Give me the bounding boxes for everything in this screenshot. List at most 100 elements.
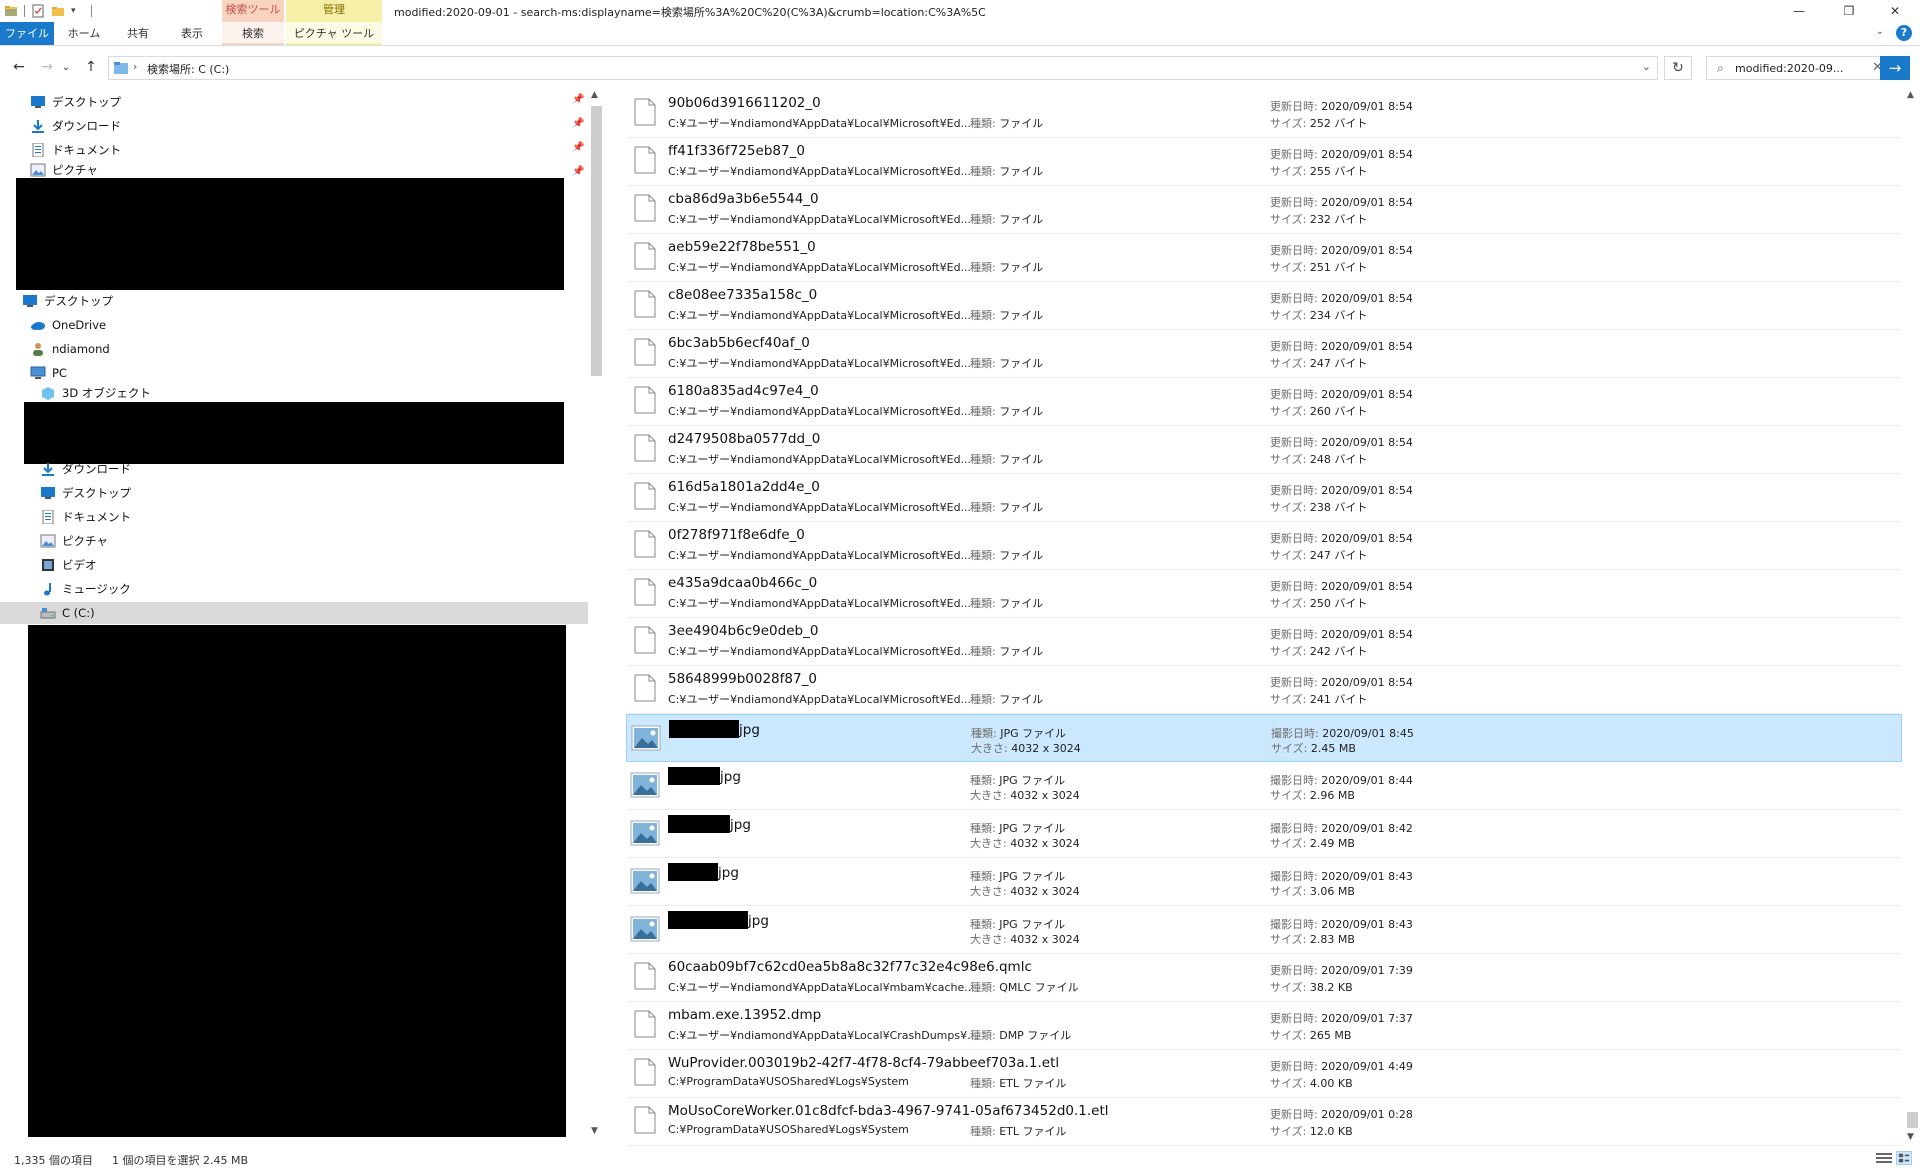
file-row[interactable]: 616d5a1801a2dd4e_0 C:¥ユーザー¥ndiamond¥AppDa… <box>626 474 1902 522</box>
scroll-up-icon[interactable]: ▲ <box>1907 90 1914 100</box>
tab-home[interactable]: ホーム <box>62 22 106 45</box>
scroll-up-icon[interactable]: ▲ <box>591 90 598 100</box>
search-input[interactable] <box>1735 59 1865 77</box>
file-list-scrollbar[interactable]: ▲ ▼ <box>1904 88 1920 1148</box>
nav-item-pictures[interactable]: ピクチャ <box>30 163 98 177</box>
file-row[interactable]: WuProvider.003019b2-42f7-4f78-8cf4-79abb… <box>626 1050 1902 1098</box>
file-size: サイズ: 250 バイト <box>1270 597 1368 610</box>
nav-item-onedrive[interactable]: OneDrive <box>30 314 106 336</box>
file-row-photo[interactable]: jpg 種類: JPG ファイル 大きさ: 4032 x 3024 撮影日時: 202… <box>626 906 1902 954</box>
file-name: 3ee4904b6c9e0deb_0 <box>668 623 819 639</box>
new-folder-icon[interactable] <box>51 4 65 18</box>
breadcrumb[interactable]: 検索場所: C (C:) <box>147 61 229 77</box>
search-go-button[interactable]: → <box>1880 56 1910 80</box>
pin-icon[interactable]: 📌 <box>572 118 584 129</box>
file-row[interactable]: mbam.exe.13952.dmp C:¥ユーザー¥ndiamond¥AppDa… <box>626 1002 1902 1050</box>
file-row[interactable]: ff41f336f725eb87_0 C:¥ユーザー¥ndiamond¥AppDa… <box>626 138 1902 186</box>
nav-item-pc-downloads[interactable]: ダウンロード <box>40 458 131 480</box>
file-type: 種類: JPG ファイル <box>970 774 1066 787</box>
generic-file-icon <box>634 626 656 654</box>
forward-button[interactable]: → <box>36 57 58 77</box>
selection-info: 1 個の項目を選択 2.45 MB <box>112 1154 249 1167</box>
file-row[interactable]: 0f278f971f8e6dfe_0 C:¥ユーザー¥ndiamond¥AppDa… <box>626 522 1902 570</box>
nav-item-desktop[interactable]: デスクトップ <box>30 91 121 113</box>
maximize-button[interactable]: ❐ <box>1826 0 1872 22</box>
nav-scrollbar[interactable]: ▲ ▼ <box>588 88 604 1148</box>
file-row-photo[interactable]: jpg 種類: JPG ファイル 大きさ: 4032 x 3024 撮影日時: 202… <box>626 714 1902 762</box>
expand-ribbon-button[interactable]: ⌄ <box>1876 26 1884 37</box>
nav-item-pc-desktop[interactable]: デスクトップ <box>40 482 131 504</box>
file-row-photo[interactable]: jpg 種類: JPG ファイル 大きさ: 4032 x 3024 撮影日時: 202… <box>626 858 1902 906</box>
address-history-chevron-down-icon[interactable]: ⌄ <box>1642 60 1651 73</box>
file-row[interactable]: aeb59e22f78be551_0 C:¥ユーザー¥ndiamond¥AppDa… <box>626 234 1902 282</box>
nav-item-pc-documents[interactable]: ドキュメント <box>40 506 131 528</box>
scrollbar-thumb[interactable] <box>591 106 602 376</box>
scroll-down-icon[interactable]: ▼ <box>1907 1132 1914 1142</box>
breadcrumb-chevron-icon[interactable]: › <box>133 60 137 73</box>
file-row[interactable]: 3ee4904b6c9e0deb_0 C:¥ユーザー¥ndiamond¥AppDa… <box>626 618 1902 666</box>
properties-icon[interactable] <box>31 4 45 18</box>
nav-item-label: デスクトップ <box>52 95 121 109</box>
nav-item-pc-videos[interactable]: ビデオ <box>40 554 97 576</box>
pin-icon[interactable]: 📌 <box>572 166 584 177</box>
content-view-icon[interactable] <box>1896 1151 1912 1165</box>
file-row[interactable]: 60caab09bf7c62cd0ea5b8a8c32f77c32e4c98e6… <box>626 954 1902 1002</box>
close-button[interactable]: ✕ <box>1872 0 1918 22</box>
scrollbar-thumb[interactable] <box>1907 1112 1918 1128</box>
file-row[interactable]: MoUsoCoreWorker.01c8dfcf-bda3-4967-9741-… <box>626 1098 1902 1146</box>
tab-share[interactable]: 共有 <box>116 22 160 45</box>
nav-item-downloads[interactable]: ダウンロード <box>30 115 121 137</box>
tab-view[interactable]: 表示 <box>170 22 214 45</box>
file-type: 種類: ファイル <box>970 213 1044 226</box>
pin-icon[interactable]: 📌 <box>572 94 584 105</box>
status-bar: 1,335 個の項目 1 個の項目を選択 2.45 MB <box>0 1148 1920 1170</box>
file-size: サイズ: 2.96 MB <box>1270 789 1355 802</box>
nav-item-documents[interactable]: ドキュメント <box>30 139 121 161</box>
file-path: C:¥ユーザー¥ndiamond¥AppData¥Local¥Microsoft… <box>668 645 972 658</box>
file-row-photo[interactable]: jpg 種類: JPG ファイル 大きさ: 4032 x 3024 撮影日時: 202… <box>626 762 1902 810</box>
file-row[interactable]: cba86d9a3b6e5544_0 C:¥ユーザー¥ndiamond¥AppDa… <box>626 186 1902 234</box>
pin-icon[interactable]: 📌 <box>572 142 584 153</box>
tab-search[interactable]: 検索 <box>222 22 284 45</box>
nav-item-desktop-root[interactable]: デスクトップ <box>22 290 113 312</box>
file-row[interactable]: 6bc3ab5b6ecf40af_0 C:¥ユーザー¥ndiamond¥AppDa… <box>626 330 1902 378</box>
help-button[interactable]: ? <box>1896 25 1912 41</box>
nav-item-3d-objects[interactable]: 3D オブジェクト <box>40 386 151 400</box>
file-row[interactable]: 58648999b0028f87_0 C:¥ユーザー¥ndiamond¥AppDa… <box>626 666 1902 714</box>
file-row[interactable]: e435a9dcaa0b466c_0 C:¥ユーザー¥ndiamond¥AppDa… <box>626 570 1902 618</box>
scroll-down-icon[interactable]: ▼ <box>591 1126 598 1136</box>
file-type: 種類: ファイル <box>970 453 1044 466</box>
recent-locations-button[interactable]: ⌄ <box>60 57 72 77</box>
file-type: 種類: JPG ファイル <box>970 822 1066 835</box>
file-name: jpg <box>669 720 760 738</box>
minimize-button[interactable]: — <box>1776 0 1822 22</box>
date-taken: 撮影日時: 2020/09/01 8:44 <box>1270 774 1413 787</box>
title-bar: ▾ 検索ツール 管理 modified:2020-09-01 - search-… <box>0 0 1920 22</box>
search-box[interactable]: ⌕ ✕ <box>1706 56 1890 80</box>
file-row-photo[interactable]: jpg 種類: JPG ファイル 大きさ: 4032 x 3024 撮影日時: 202… <box>626 810 1902 858</box>
file-size: サイズ: 3.06 MB <box>1270 885 1355 898</box>
file-path: C:¥ユーザー¥ndiamond¥AppData¥Local¥Microsoft… <box>668 453 972 466</box>
refresh-button[interactable]: ↻ <box>1664 56 1692 80</box>
up-button[interactable]: ↑ <box>80 57 102 77</box>
file-row[interactable]: c8e08ee7335a158c_0 C:¥ユーザー¥ndiamond¥AppDa… <box>626 282 1902 330</box>
file-type: 種類: ファイル <box>970 309 1044 322</box>
file-name: 58648999b0028f87_0 <box>668 671 817 687</box>
details-view-icon[interactable] <box>1876 1152 1892 1164</box>
nav-item-label: ピクチャ <box>52 163 98 177</box>
nav-item-pc[interactable]: PC <box>30 362 67 384</box>
date-modified: 更新日時: 2020/09/01 8:54 <box>1270 532 1413 545</box>
nav-item-pc-pictures[interactable]: ピクチャ <box>40 530 108 552</box>
back-button[interactable]: ← <box>8 57 30 77</box>
nav-item-drive-c[interactable]: C (C:) <box>0 602 588 624</box>
file-row[interactable]: 6180a835ad4c97e4_0 C:¥ユーザー¥ndiamond¥AppDa… <box>626 378 1902 426</box>
customize-toolbar-chevron-icon[interactable]: ▾ <box>71 4 85 18</box>
file-name: 6180a835ad4c97e4_0 <box>668 383 819 399</box>
nav-item-user[interactable]: ndiamond <box>30 338 110 360</box>
tab-picture-tools[interactable]: ピクチャ ツール <box>286 22 382 45</box>
file-row[interactable]: 90b06d3916611202_0 C:¥ユーザー¥ndiamond¥AppDa… <box>626 90 1902 138</box>
address-bar[interactable]: › 検索場所: C (C:) ⌄ <box>108 56 1658 80</box>
nav-item-pc-music[interactable]: ミュージック <box>40 578 131 600</box>
file-row[interactable]: d2479508ba0577dd_0 C:¥ユーザー¥ndiamond¥AppDa… <box>626 426 1902 474</box>
tab-file[interactable]: ファイル <box>0 22 54 45</box>
